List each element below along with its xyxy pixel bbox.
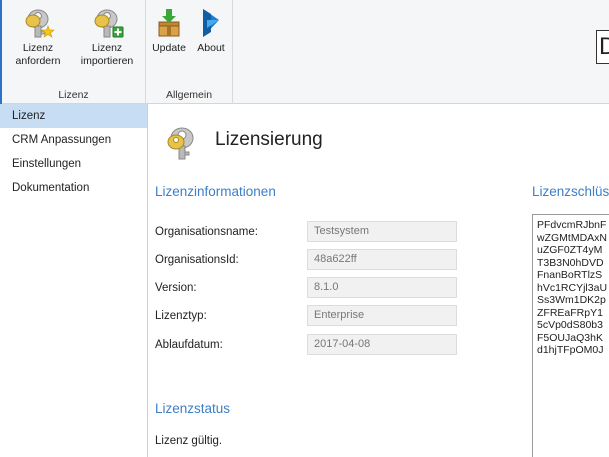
field-lizenztyp: Enterprise (307, 305, 457, 326)
key-line: Ss3Wm1DK2p (537, 294, 606, 306)
about-label: About (197, 42, 225, 54)
lizenz-importieren-button[interactable]: Lizenz importieren (72, 6, 142, 68)
importieren-label-line2: importieren (80, 55, 134, 67)
key-line: T3B3N0hDVD (537, 256, 604, 269)
key-line: wZGMtMDAxN (537, 231, 607, 244)
key-line: PFdvcmRJbnF (537, 219, 607, 231)
importieren-label-line1: Lizenz (91, 42, 123, 54)
sidebar: Lizenz CRM Anpassungen Einstellungen Dok… (0, 104, 148, 457)
section-title-lizenzschluessel: Lizenzschlüs (532, 184, 609, 199)
sidebar-item-crm-anpassungen[interactable]: CRM Anpassungen (0, 128, 147, 152)
app-title-fragment: D (596, 30, 609, 64)
update-label: Update (152, 42, 186, 54)
update-button[interactable]: Update (148, 6, 190, 55)
anfordern-label-line2: anfordern (15, 55, 61, 67)
field-version: 8.1.0 (307, 277, 457, 298)
key-line: 5cVp0dS80b3 (537, 319, 603, 331)
page-title: Lizensierung (215, 129, 323, 150)
key-plus-icon (94, 9, 124, 38)
key-star-icon (25, 9, 55, 38)
label-organisationsid: OrganisationsId: (155, 254, 239, 266)
group-label-allgemein: Allgemein (165, 89, 213, 101)
package-download-icon (158, 9, 180, 37)
dynamics-logo-icon (203, 9, 219, 37)
main-panel: Lizensierung Lizenzinformationen Lizenzs… (149, 104, 609, 457)
label-ablaufdatum: Ablaufdatum: (155, 339, 223, 351)
label-organisationsname: Organisationsname: (155, 226, 258, 238)
field-ablaufdatum: 2017-04-08 (307, 334, 457, 355)
sidebar-item-einstellungen[interactable]: Einstellungen (0, 152, 147, 176)
field-organisationsname: Testsystem (307, 221, 457, 242)
field-organisationsid: 48a622ff (307, 249, 457, 270)
key-line: d1hjTFpOM0J (537, 344, 604, 356)
anfordern-label-line1: Lizenz (22, 42, 54, 54)
about-button[interactable]: About (192, 6, 230, 55)
key-line: uZGF0ZT4yM (537, 244, 603, 256)
key-line: FnanBoRTlzS (537, 269, 603, 281)
group-label-lizenz: Lizenz (58, 89, 89, 101)
license-status-text: Lizenz gültig. (155, 435, 223, 447)
section-title-lizenzstatus: Lizenzstatus (155, 401, 231, 416)
ribbon: Lizenz anfordern Lizenz importieren Lize… (0, 0, 609, 104)
sidebar-item-lizenz[interactable]: Lizenz (0, 104, 147, 128)
ribbon-group-allgemein: Update About Allgemein (146, 0, 233, 104)
ribbon-group-lizenz: Lizenz anfordern Lizenz importieren Lize… (2, 0, 146, 104)
key-line: F5OUJaQ3hK (537, 331, 603, 344)
label-version: Version: (155, 282, 197, 294)
keys-icon (167, 127, 194, 160)
key-line: ZFREaFRpY1 (537, 306, 603, 319)
license-key-textbox[interactable]: PFdvcmRJbnF wZGMtMDAxN uZGF0ZT4yM T3B3N0… (532, 214, 609, 457)
label-lizenztyp: Lizenztyp: (155, 310, 207, 322)
lizenz-anfordern-button[interactable]: Lizenz anfordern (6, 6, 70, 68)
section-title-lizenzinformationen: Lizenzinformationen (155, 184, 276, 199)
sidebar-item-dokumentation[interactable]: Dokumentation (0, 176, 147, 200)
key-line: hVc1RCYjl3aU (537, 281, 608, 294)
